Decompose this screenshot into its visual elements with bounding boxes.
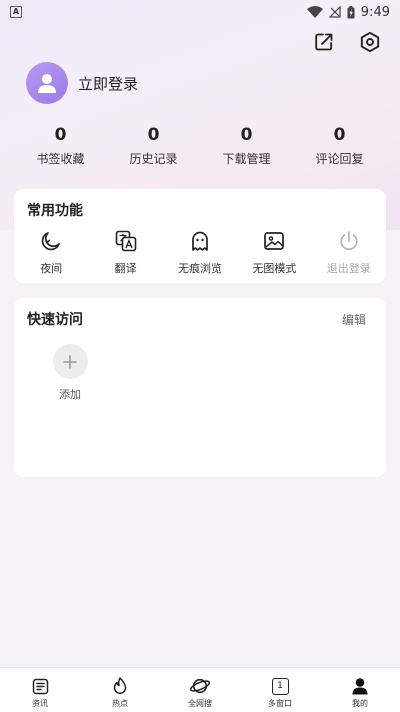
function-label: 无痕浏览 <box>177 262 222 275</box>
translate-button[interactable]: 翻译 <box>89 228 163 276</box>
card-title: 快速访问 <box>27 312 83 328</box>
power-icon <box>340 231 358 250</box>
planet-icon <box>189 678 211 694</box>
avatar-user-icon <box>38 74 56 93</box>
function-label: 夜间 <box>40 262 63 275</box>
edit-button[interactable]: 编辑 <box>342 311 366 328</box>
no-image-mode-button[interactable]: 无图模式 <box>237 228 311 276</box>
avatar[interactable] <box>26 62 68 104</box>
stat-downloads[interactable]: 0 下载管理 <box>200 124 293 167</box>
share-icon <box>315 33 333 51</box>
nav-label: 我的 <box>352 699 368 708</box>
share-button[interactable] <box>312 30 336 54</box>
card-title: 常用功能 <box>27 203 83 219</box>
accessibility-icon: A <box>10 6 22 18</box>
stat-value: 0 <box>54 125 67 145</box>
nav-label: 资讯 <box>32 699 48 708</box>
nav-label: 热点 <box>112 699 128 708</box>
ghost-icon <box>192 231 208 251</box>
translate-icon <box>115 230 136 252</box>
user-icon <box>352 678 368 695</box>
window-count-icon: 1 <box>271 677 289 695</box>
nav-search-all[interactable]: 全网搜 <box>170 676 230 709</box>
plus-icon <box>63 355 77 368</box>
bottom-navigation: 资讯 热点 全网搜 1 多窗口 我的 <box>0 667 400 712</box>
stat-label: 评论回复 <box>315 152 364 166</box>
stat-value: 0 <box>333 125 346 145</box>
status-bar: A 9:49 <box>0 0 400 24</box>
quick-access-card: 快速访问 编辑 添加 <box>14 298 386 477</box>
stat-label: 书签收藏 <box>36 152 85 166</box>
night-mode-button[interactable]: 夜间 <box>14 228 88 276</box>
settings-hexagon-icon <box>360 31 380 53</box>
news-icon <box>32 678 48 694</box>
moon-icon <box>41 232 61 251</box>
stat-label: 下载管理 <box>222 152 271 166</box>
stat-value: 0 <box>147 125 160 145</box>
function-label: 翻译 <box>114 262 137 275</box>
stats-row: 0 书签收藏 0 历史记录 0 下载管理 0 评论回复 <box>14 124 386 167</box>
add-shortcut-button[interactable]: 添加 <box>52 344 88 402</box>
nav-label: 多窗口 <box>268 699 292 708</box>
battery-icon <box>347 5 355 18</box>
login-label[interactable]: 立即登录 <box>78 73 138 94</box>
nav-label: 全网搜 <box>188 699 212 708</box>
function-label: 无图模式 <box>252 262 297 275</box>
nav-hot[interactable]: 热点 <box>90 676 150 709</box>
add-circle[interactable] <box>52 344 88 379</box>
common-functions-card: 常用功能 夜间 翻译 无痕浏览 无图模式 退出登录 <box>14 189 386 283</box>
stat-history[interactable]: 0 历史记录 <box>107 124 200 167</box>
nav-mine[interactable]: 我的 <box>330 676 390 709</box>
flame-icon <box>113 677 127 694</box>
logout-button[interactable]: 退出登录 <box>312 228 386 276</box>
image-icon <box>264 232 285 250</box>
function-label: 退出登录 <box>326 262 371 275</box>
incognito-button[interactable]: 无痕浏览 <box>163 228 237 276</box>
stat-comments[interactable]: 0 评论回复 <box>293 124 386 167</box>
login-profile[interactable]: 立即登录 <box>26 62 138 104</box>
no-signal-icon <box>328 6 341 18</box>
nav-news[interactable]: 资讯 <box>10 676 70 709</box>
wifi-icon <box>306 6 323 18</box>
stat-label: 历史记录 <box>129 152 178 166</box>
clock-time: 9:49 <box>360 4 390 20</box>
nav-multi-window[interactable]: 1 多窗口 <box>250 676 310 709</box>
stat-value: 0 <box>240 125 253 145</box>
stat-bookmarks[interactable]: 0 书签收藏 <box>14 124 107 167</box>
add-label: 添加 <box>59 388 81 401</box>
settings-button[interactable] <box>358 30 382 54</box>
